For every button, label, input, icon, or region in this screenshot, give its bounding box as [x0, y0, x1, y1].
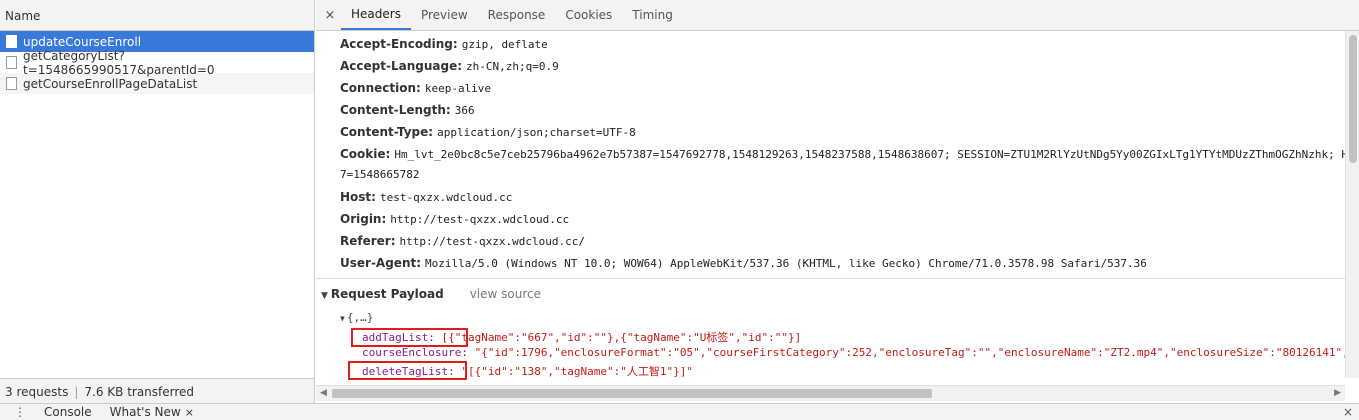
header-value: gzip, deflate: [461, 38, 548, 51]
header-row: Host: test-qxzx.wdcloud.cc: [340, 190, 512, 204]
header-value: application/json;charset=UTF-8: [437, 126, 636, 139]
drawer-tabbar: ⋮ Console What's New × ×: [0, 403, 1359, 420]
payload-value: "{"id":1796,"enclosureFormat":"05","cour…: [474, 346, 1356, 359]
request-row[interactable]: getCategoryList?t=1548665990517&parentId…: [0, 49, 314, 77]
payload-key: courseEnclosure:: [362, 346, 468, 359]
tab-cookies[interactable]: Cookies: [555, 0, 622, 30]
header-value: http://test-qxzx.wdcloud.cc/: [399, 235, 585, 248]
header-key: Origin:: [340, 212, 387, 226]
header-row: Accept-Encoding: gzip, deflate: [340, 37, 548, 51]
request-details-pane: × Headers Preview Response Cookies Timin…: [316, 0, 1359, 403]
vertical-scrollbar[interactable]: [1345, 31, 1359, 378]
file-icon: [6, 35, 17, 48]
collapse-triangle-icon[interactable]: ▼: [321, 291, 328, 301]
drawer-tab-label: Console: [44, 405, 92, 419]
request-headers-list: Accept-Encoding: gzip, deflate Accept-Lan…: [316, 31, 1345, 278]
status-separator: |: [74, 385, 79, 399]
transferred-size: 7.6 KB transferred: [84, 385, 195, 399]
header-row: Accept-Language: zh-CN,zh;q=0.9: [340, 59, 559, 73]
header-value: test-qxzx.wdcloud.cc: [379, 191, 513, 204]
tab-timing[interactable]: Timing: [622, 0, 683, 30]
status-bar: 3 requests | 7.6 KB transferred: [0, 378, 314, 403]
tab-headers[interactable]: Headers: [341, 0, 411, 30]
header-row: Origin: http://test-qxzx.wdcloud.cc: [340, 212, 569, 226]
file-icon: [6, 77, 17, 90]
header-key: Host:: [340, 190, 376, 204]
header-key: Content-Length:: [340, 103, 451, 117]
view-source-link[interactable]: view source: [470, 287, 541, 301]
request-list: updateCourseEnroll getCategoryList?t=154…: [0, 31, 314, 94]
payload-root-label: {,…}: [346, 311, 374, 324]
details-tabbar: × Headers Preview Response Cookies Timin…: [316, 0, 1359, 31]
request-name: getCourseEnrollPageDataList: [23, 76, 198, 91]
header-row: Connection: keep-alive: [340, 81, 491, 95]
name-column-header[interactable]: Name: [0, 0, 314, 31]
payload-row: courseEnclosure: "{"id":1796,"enclosureF…: [362, 346, 1355, 359]
header-value: Hm_lvt_2e0bc8c5e7ceb25796ba4962e7b57387=…: [394, 148, 1345, 161]
header-row: Content-Type: application/json;charset=UT…: [340, 125, 636, 139]
header-key: Referer:: [340, 234, 396, 248]
close-icon[interactable]: ×: [185, 406, 194, 419]
request-count: 3 requests: [5, 385, 69, 399]
header-key: Connection:: [340, 81, 421, 95]
payload-root[interactable]: ▼ {,…}: [340, 311, 373, 324]
header-value: keep-alive: [424, 82, 492, 95]
header-value: 366: [454, 104, 475, 117]
payload-header[interactable]: ▼ Request Payload view source: [321, 287, 541, 301]
drawer-tab-whats-new[interactable]: What's New ×: [110, 405, 194, 419]
header-key: User-Agent:: [340, 256, 422, 270]
payload-title: Request Payload: [330, 287, 444, 301]
payload-value: "[{"id":"138","tagName":"人工智1"}]": [461, 365, 694, 378]
header-row: User-Agent: Mozilla/5.0 (Windows NT 10.0;…: [340, 256, 1147, 270]
tab-preview[interactable]: Preview: [411, 0, 478, 30]
scroll-left-arrow-icon[interactable]: ◀: [320, 388, 327, 398]
highlight-box-addtaglist: [351, 328, 468, 347]
header-row: Content-Length: 366: [340, 103, 475, 117]
header-value: http://test-qxzx.wdcloud.cc: [390, 213, 570, 226]
header-key: Accept-Encoding:: [340, 37, 458, 51]
header-value: zh-CN,zh;q=0.9: [466, 60, 559, 73]
drawer-tab-label: What's New: [109, 405, 181, 419]
request-list-pane: Name updateCourseEnroll getCategoryList?…: [0, 0, 315, 403]
payload-tree: ▼ {,…} addTagList: [{"tagName":"667","id"…: [340, 311, 1355, 378]
scroll-right-arrow-icon[interactable]: ▶: [1334, 388, 1341, 398]
header-key: Accept-Language:: [340, 59, 463, 73]
scrollbar-thumb[interactable]: [1349, 35, 1357, 163]
scrollbar-thumb[interactable]: [332, 389, 932, 398]
expand-triangle-icon[interactable]: ▼: [340, 314, 345, 323]
file-icon: [6, 56, 17, 69]
request-name: updateCourseEnroll: [23, 34, 142, 49]
request-payload-section: ▼ Request Payload view source ▼ {,…} addTag…: [316, 278, 1355, 380]
request-name: getCategoryList?t=1548665990517&parentId…: [23, 48, 215, 77]
header-row: Referer: http://test-qxzx.wdcloud.cc/: [340, 234, 585, 248]
header-key: Content-Type:: [340, 125, 434, 139]
close-drawer-icon[interactable]: ×: [1343, 405, 1353, 419]
header-key: Cookie:: [340, 147, 391, 161]
more-menu-icon[interactable]: ⋮: [14, 405, 26, 419]
header-value: Mozilla/5.0 (Windows NT 10.0; WOW64) App…: [425, 257, 1147, 270]
payload-value: [{"tagName":"667","id":""},{"tagName":"U…: [441, 331, 802, 344]
header-row: Cookie: Hm_lvt_2e0bc8c5e7ceb25796ba4962e7…: [340, 147, 1345, 161]
header-value-continuation: 7=1548665782: [340, 168, 420, 181]
tab-response[interactable]: Response: [478, 0, 556, 30]
horizontal-scrollbar[interactable]: ◀ ▶: [316, 385, 1345, 401]
highlight-box-deletetaglist: [348, 361, 467, 380]
close-icon[interactable]: ×: [319, 0, 341, 30]
drawer-tab-console[interactable]: Console: [44, 405, 92, 419]
